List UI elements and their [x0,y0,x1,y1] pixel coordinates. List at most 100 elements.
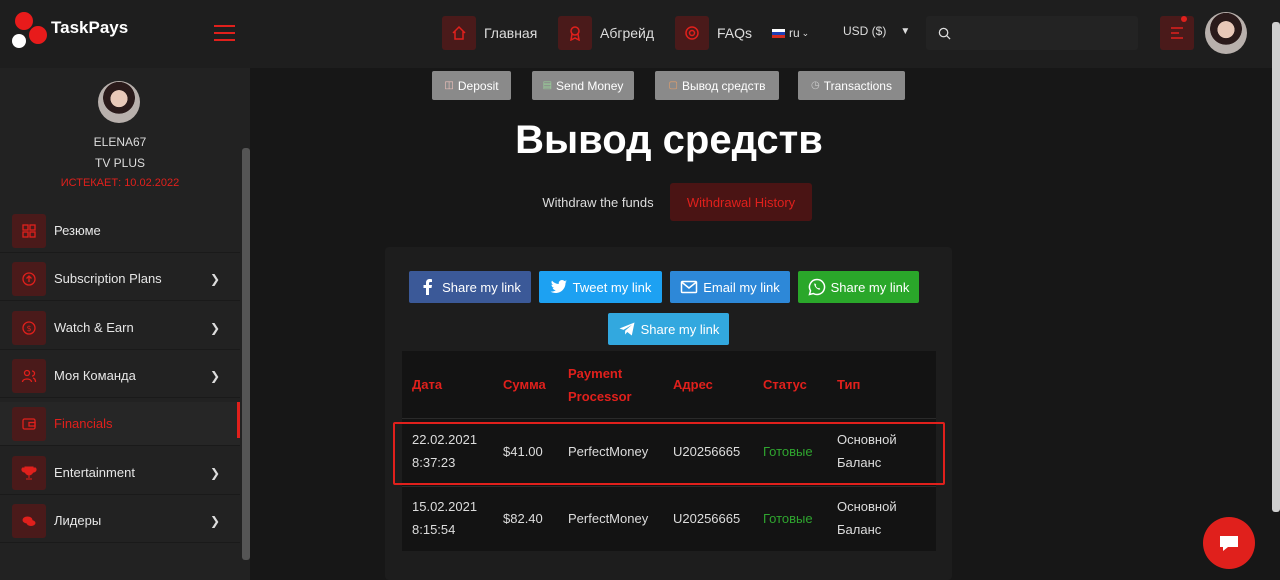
column-header-status: Статус [763,377,807,392]
send-money-button[interactable]: ▤ Send Money [532,71,634,100]
search-icon [938,27,951,40]
share-telegram-label: Share my link [640,321,720,337]
search-box [926,16,1138,50]
russia-flag-icon [772,28,785,38]
sidebar-item-watch-earn[interactable]: $ Watch & Earn ❯ [0,306,240,350]
search-input[interactable] [958,22,1128,44]
row2-date: 15.02.2021 [412,499,478,514]
share-telegram-button[interactable]: Share my link [608,313,729,345]
hamburger-menu-icon[interactable] [214,25,235,42]
sidebar-item-summary[interactable]: Резюме [0,209,240,253]
share-email-button[interactable]: Email my link [670,271,790,303]
grid-icon [12,213,46,248]
trophy-icon [12,455,46,490]
sidebar-item-label: Резюме [54,223,101,238]
row2-time: 8:15:54 [412,522,456,537]
column-header-processor-line2: Processor [568,389,632,404]
dollar-icon: $ [12,310,46,345]
send-money-label: Send Money [556,78,624,93]
chevron-right-icon: ❯ [209,320,220,335]
live-chat-button[interactable] [1203,517,1255,569]
notifications-button[interactable] [1160,16,1194,50]
table-divider [402,418,936,419]
row2-processor: PerfectMoney [568,511,649,526]
sidebar-item-label: Financials [54,416,113,431]
sidebar-item-leaders[interactable]: Лидеры ❯ [0,499,240,543]
row2-status: Готовые [763,511,813,526]
chat-bubbles-icon [12,503,46,538]
transactions-label: Transactions [823,78,892,93]
logo-mark-icon [12,12,50,50]
share-facebook-button[interactable]: Share my link [409,271,531,303]
upload-cloud-icon [12,261,46,296]
nav-home[interactable]: Главная [442,16,537,50]
svg-text:$: $ [26,324,31,333]
sidebar-item-my-team[interactable]: Моя Команда ❯ [0,354,240,398]
lifebuoy-icon [675,16,709,50]
chevron-down-icon: ⌄ [801,27,810,38]
twitter-icon [550,280,567,293]
nav-upgrade-label: Абгрейд [600,25,655,41]
column-header-address: Адрес [673,377,713,392]
share-whatsapp-label: Share my link [830,279,910,295]
row-highlight-outline [393,422,945,485]
page-title: Вывод средств [515,118,823,162]
brand-logo[interactable]: TaskPays [12,12,128,50]
share-email-label: Email my link [703,279,780,295]
deposit-label: Deposit [457,78,499,93]
sidebar-item-label: Лидеры [54,513,102,528]
share-facebook-label: Share my link [442,279,521,295]
column-header-processor-line1: Payment [568,366,623,381]
chevron-right-icon: ❯ [209,368,220,383]
profile-username: ELENA67 [93,135,147,149]
share-whatsapp-button[interactable]: Share my link [798,271,919,303]
tab-withdrawal-history[interactable]: Withdrawal History [670,183,812,221]
chevron-right-icon: ❯ [209,513,220,528]
deposit-button[interactable]: ◫ Deposit [432,71,511,100]
nav-faqs-label: FAQs [717,25,753,41]
sidebar-item-financials[interactable]: Financials [0,402,240,446]
award-icon [558,16,592,50]
nav-faqs[interactable]: FAQs [675,16,752,50]
facebook-icon [423,279,433,295]
row2-type-line2: Баланс [837,522,882,537]
language-label: ru [789,26,800,40]
sidebar-item-subscription-plans[interactable]: Subscription Plans ❯ [0,257,240,301]
sidebar-item-label: Моя Команда [54,368,136,383]
currency-label: USD ($) [843,24,887,38]
row2-address: U20256665 [673,511,741,526]
share-twitter-button[interactable]: Tweet my link [539,271,662,303]
nav-home-label: Главная [484,25,538,41]
column-header-date: Дата [412,377,443,392]
home-icon [442,16,476,50]
withdraw-icon: ▢ [668,80,678,91]
withdraw-button[interactable]: ▢ Вывод средств [655,71,779,100]
sidebar-item-entertainment[interactable]: Entertainment ❯ [0,451,240,495]
language-selector[interactable]: ru ⌄ [772,26,809,40]
transactions-button[interactable]: ◷ Transactions [798,71,905,100]
chevron-right-icon: ❯ [209,465,220,480]
notification-dot [1181,16,1187,22]
chat-icon [1220,536,1238,551]
chevron-right-icon: ❯ [209,271,220,286]
profile-avatar[interactable] [98,81,140,123]
align-menu-icon [1171,27,1183,39]
user-avatar[interactable] [1205,12,1247,54]
history-icon: ◷ [811,80,820,91]
telegram-icon [619,322,635,336]
tab-withdraw-funds[interactable]: Withdraw the funds [532,183,664,221]
sidebar-scrollbar[interactable] [242,148,250,560]
caret-down-icon: ▼ [900,25,911,37]
sidebar-item-label: Subscription Plans [54,271,162,286]
page-scrollbar[interactable] [1272,22,1280,512]
row2-type-line1: Основной [837,499,897,514]
whatsapp-icon [808,278,825,296]
nav-upgrade[interactable]: Абгрейд [558,16,654,50]
table-divider [402,486,936,487]
sidebar: ELENA67 TV PLUS ИСТЕКАЕТ: 10.02.2022 Рез… [0,68,250,580]
sidebar-item-label: Watch & Earn [54,320,134,335]
withdraw-label: Вывод средств [681,78,766,93]
sidebar-item-label: Entertainment [54,465,135,480]
currency-selector[interactable]: USD ($) ▼ [843,24,910,38]
envelope-icon [680,280,698,294]
